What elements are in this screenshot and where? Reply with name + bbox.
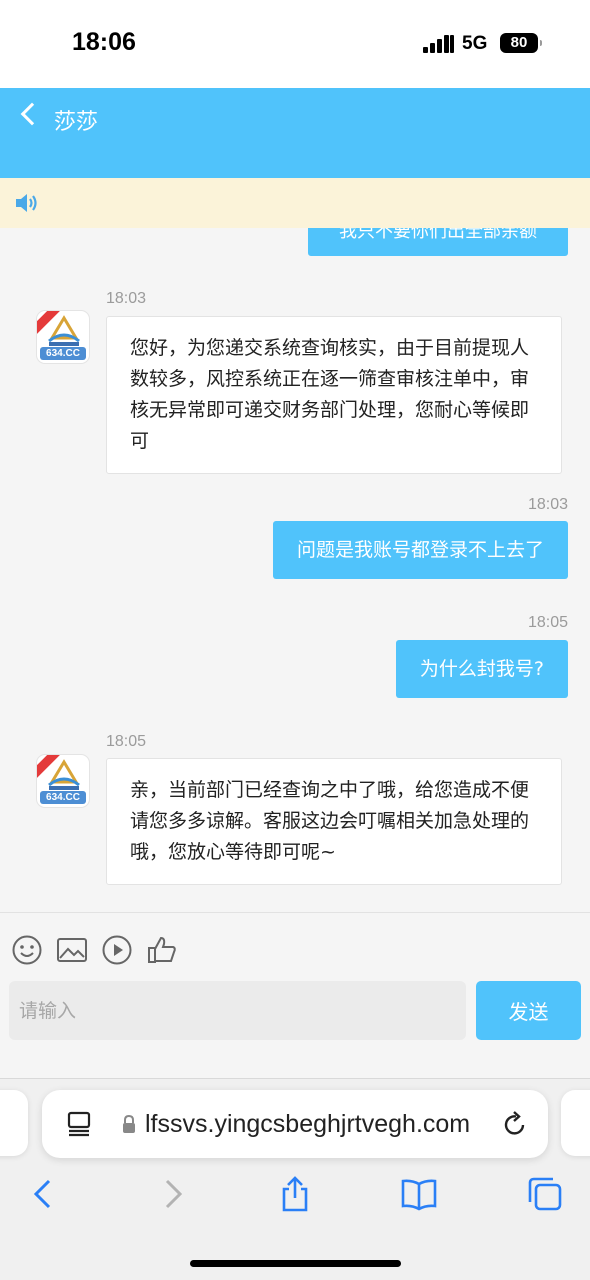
forward-arrow-icon[interactable] [154,1176,190,1212]
status-time: 18:06 [72,28,136,56]
message-timestamp: 18:03 [106,290,147,307]
image-icon[interactable] [56,934,88,966]
avatar-label: 634.CC [40,347,86,360]
message-bubble-agent: 亲，当前部门已经查询之中了哦，给您造成不便请您多多谅解。客服这边会叮嘱相关加急处… [106,758,562,885]
thumbs-up-icon[interactable] [146,934,178,966]
back-arrow-icon[interactable] [26,1176,62,1212]
message-bubble-agent: 您好，为您递交系统查询核实，由于目前提现人数较多，风控系统正在逐一筛查审核注单中… [106,316,562,474]
page-menu-icon[interactable] [66,1110,92,1138]
battery-icon: 80 [500,33,542,53]
tabs-icon[interactable] [527,1176,563,1212]
signal-icon [423,33,455,53]
avatar-label: 634.CC [40,791,86,804]
message-bubble-previous: 我只不要你们出全部余额 [308,228,568,256]
network-label: 5G [462,33,488,54]
message-input[interactable] [9,981,466,1040]
agent-avatar[interactable]: 634.CC [36,310,90,364]
send-button[interactable]: 发送 [476,981,581,1040]
reload-icon[interactable] [502,1110,528,1138]
video-icon[interactable] [101,934,133,966]
emoji-icon[interactable] [11,934,43,966]
lock-icon [123,1114,135,1133]
message-bubble-user: 问题是我账号都登录不上去了 [272,521,568,579]
previous-tab-preview[interactable] [0,1090,28,1156]
home-indicator[interactable] [190,1260,401,1267]
share-icon[interactable] [277,1176,313,1212]
next-tab-preview[interactable] [561,1090,590,1156]
agent-avatar[interactable]: 634.CC [36,754,90,808]
message-list[interactable]: 我只不要你们出全部余额 18:03 634.CC 您好，为您递交系统查询核实，由… [0,228,590,912]
notice-bar [0,178,590,228]
bookmarks-icon[interactable] [401,1176,437,1212]
chat-title: 莎莎 [54,110,99,135]
message-bubble-user: 为什么封我号? [395,640,568,698]
message-timestamp: 18:05 [527,614,568,631]
message-timestamp: 18:05 [106,733,147,750]
message-timestamp: 18:03 [527,496,568,513]
url-text[interactable]: lfssvs.yingcsbeghjrtvegh.com [145,1108,487,1140]
speaker-icon[interactable] [14,191,40,215]
